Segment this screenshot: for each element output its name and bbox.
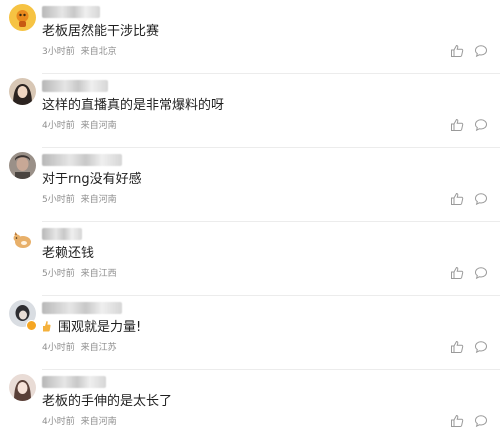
comment-time: 4小时前 (42, 417, 75, 427)
reply-icon (474, 119, 488, 132)
like-icon (451, 44, 464, 57)
avatar[interactable] (9, 4, 36, 31)
like-button[interactable] (450, 192, 464, 206)
username-blurred[interactable] (42, 302, 122, 314)
comment-meta: 4小时前 来自河南 (42, 120, 117, 132)
comment-location: 来自北京 (80, 47, 117, 57)
orange-cartoon-avatar-icon (9, 4, 36, 31)
thumbs-up-emoji-icon (43, 321, 51, 332)
person-photo-avatar-icon (9, 152, 36, 179)
comment-text: 围观就是力量! (42, 319, 141, 337)
reply-icon (474, 415, 488, 428)
avatar[interactable] (9, 152, 36, 179)
comment-location: 来自河南 (80, 121, 117, 131)
comment-item: 围观就是力量! 4小时前 来自江苏 (0, 296, 500, 370)
comment-item: 对于rng没有好感 5小时前 来自河南 (0, 148, 500, 222)
verified-badge-icon (26, 320, 37, 331)
dog-cartoon-avatar-icon (9, 226, 36, 253)
comment-item: 老板居然能干涉比赛 3小时前 来自北京 (0, 0, 500, 74)
comment-text: 老赖还钱 (42, 246, 95, 261)
comment-time: 3小时前 (42, 47, 75, 57)
comment-text: 对于rng没有好感 (42, 172, 142, 187)
comment-meta: 5小时前 来自河南 (42, 194, 117, 206)
reply-icon (474, 45, 488, 58)
avatar[interactable] (9, 78, 36, 105)
username-blurred[interactable] (42, 80, 108, 92)
comment-location: 来自江西 (80, 269, 117, 279)
comment-meta: 4小时前 来自江苏 (42, 342, 117, 354)
comment-meta: 3小时前 来自北京 (42, 46, 117, 58)
like-icon (451, 118, 464, 131)
like-icon (451, 192, 464, 205)
reply-icon (474, 193, 488, 206)
avatar[interactable] (9, 374, 36, 401)
avatar[interactable] (9, 226, 36, 253)
comment-list: 老板居然能干涉比赛 3小时前 来自北京 这样的直播真的是非常爆料的呀 4小时前 … (0, 0, 500, 440)
reply-button[interactable] (474, 118, 488, 132)
comment-text-body: 围观就是力量! (58, 320, 142, 335)
comment-item: 这样的直播真的是非常爆料的呀 4小时前 来自河南 (0, 74, 500, 148)
reply-button[interactable] (474, 266, 488, 280)
like-icon (451, 340, 464, 353)
girl-photo-avatar-icon (9, 78, 36, 105)
comment-location: 来自河南 (80, 417, 117, 427)
reply-button[interactable] (474, 340, 488, 354)
comment-time: 4小时前 (42, 343, 75, 353)
girl-photo-avatar-icon (9, 374, 36, 401)
comment-text: 老板居然能干涉比赛 (42, 24, 160, 39)
comment-text: 老板的手伸的是太长了 (42, 394, 173, 409)
like-button[interactable] (450, 340, 464, 354)
reply-button[interactable] (474, 44, 488, 58)
like-button[interactable] (450, 44, 464, 58)
like-icon (451, 266, 464, 279)
comment-item: 老板的手伸的是太长了 4小时前 来自河南 (0, 370, 500, 440)
like-icon (451, 414, 464, 427)
comment-location: 来自河南 (80, 195, 117, 205)
comment-meta: 4小时前 来自河南 (42, 416, 117, 428)
username-blurred[interactable] (42, 6, 100, 18)
comment-time: 4小时前 (42, 121, 75, 131)
reply-button[interactable] (474, 192, 488, 206)
username-blurred[interactable] (42, 154, 122, 166)
username-blurred[interactable] (42, 228, 82, 240)
reply-button[interactable] (474, 414, 488, 428)
comment-text: 这样的直播真的是非常爆料的呀 (42, 98, 225, 113)
comment-item: 老赖还钱 5小时前 来自江西 (0, 222, 500, 296)
comment-location: 来自江苏 (80, 343, 117, 353)
comment-time: 5小时前 (42, 195, 75, 205)
reply-icon (474, 267, 488, 280)
reply-icon (474, 341, 488, 354)
comment-time: 5小时前 (42, 269, 75, 279)
comment-meta: 5小时前 来自江西 (42, 268, 117, 280)
username-blurred[interactable] (42, 376, 106, 388)
like-button[interactable] (450, 118, 464, 132)
like-button[interactable] (450, 414, 464, 428)
like-button[interactable] (450, 266, 464, 280)
